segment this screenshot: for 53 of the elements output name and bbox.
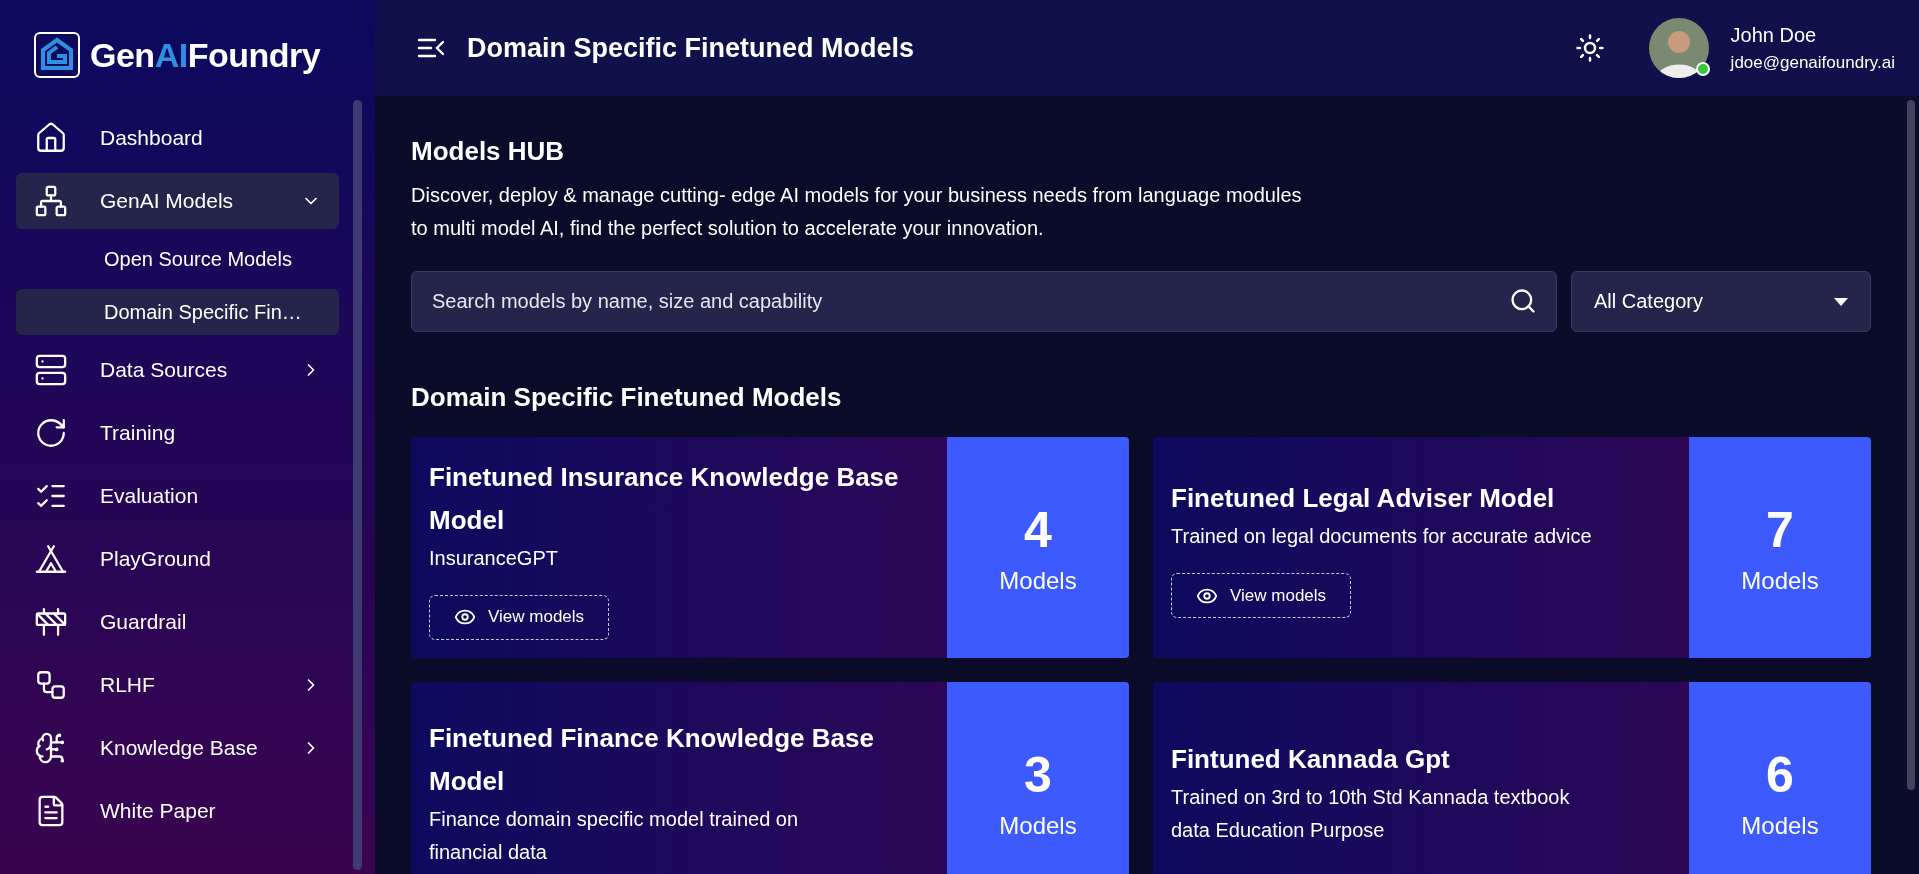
caret-icon [1834,297,1848,306]
theme-toggle-icon[interactable] [1574,33,1605,63]
section-title: Domain Specific Finetuned Models [411,382,843,413]
count-unit: Models [999,566,1077,595]
category-select[interactable]: All Category [1571,271,1871,332]
count-unit: Models [1741,811,1819,840]
scrollbar[interactable] [353,100,362,870]
sidebar-item[interactable]: RLHF [16,657,339,713]
sidebar-item[interactable]: Dashboard [16,110,339,166]
card-title: Finetuned Finance Knowledge Base Model [429,721,875,798]
barrier-icon [34,605,68,639]
view-models-button[interactable]: View models [1171,573,1352,618]
menu-collapse-icon[interactable] [417,37,445,59]
sidebar-subitem[interactable]: Open Source Models [16,236,339,282]
tent-icon [34,542,68,576]
card-title: Finetuned Legal Adviser Model [1171,482,1556,515]
sidebar-item[interactable]: Knowledge Base [16,720,339,776]
card-description: Trained on 3rd to 10th Std Kannada textbook data Education Purpose [1171,785,1571,843]
search-field[interactable]: Search models by name, size and capability [411,271,1557,332]
sidebar-item[interactable]: Training [16,405,339,461]
sidebar-item[interactable]: PlayGround [16,531,339,587]
server-icon [34,353,68,387]
user-name: John Doe [1730,23,1818,47]
card-description: Trained on legal documents for accurate advice [1171,524,1593,549]
hub-title: Models HUB [411,136,566,167]
page-title: Domain Specific Finetuned Models [467,32,916,64]
count-unit: Models [1741,566,1819,595]
count-unit: Models [999,811,1077,840]
model-count: 3 [1024,745,1052,804]
user-email: jdoe@genaifoundry.ai [1730,52,1895,73]
sidebar-item[interactable]: Data Sources [16,342,339,398]
brand-name: GenAIFoundry [90,35,321,75]
refresh-icon [34,416,68,450]
logo-icon [34,32,80,78]
card-title: Finetuned Insurance Knowledge Base Model [429,460,900,537]
hub-description: Discover, deploy & manage cutting- edge AI models for your business needs from language modules to multi model AI, find the perfect solution to accelerate your innovation. [411,183,1303,241]
card-description: InsuranceGPT [429,545,559,571]
search-icon[interactable] [1509,287,1537,315]
scrollbar[interactable] [1907,100,1915,790]
model-count: 4 [1024,500,1052,559]
card-description: Finance domain specific model trained on financial data [429,806,800,865]
sidebar-item[interactable]: White Paper [16,783,339,839]
sidebar-subitem[interactable]: Domain Specific Fin… [16,289,339,335]
sidebar-item[interactable]: GenAI Models [16,173,339,229]
model-count: 7 [1766,500,1794,559]
model-count: 6 [1766,745,1794,804]
network-icon [34,184,68,218]
workflow-icon [34,668,68,702]
card-title: Fintuned Kannada Gpt [1171,743,1451,776]
sidebar-item[interactable]: Guardrail [16,594,339,650]
sidebar-item[interactable]: Evaluation [16,468,339,524]
house-icon [34,121,68,155]
view-models-button[interactable]: View models [429,594,610,640]
